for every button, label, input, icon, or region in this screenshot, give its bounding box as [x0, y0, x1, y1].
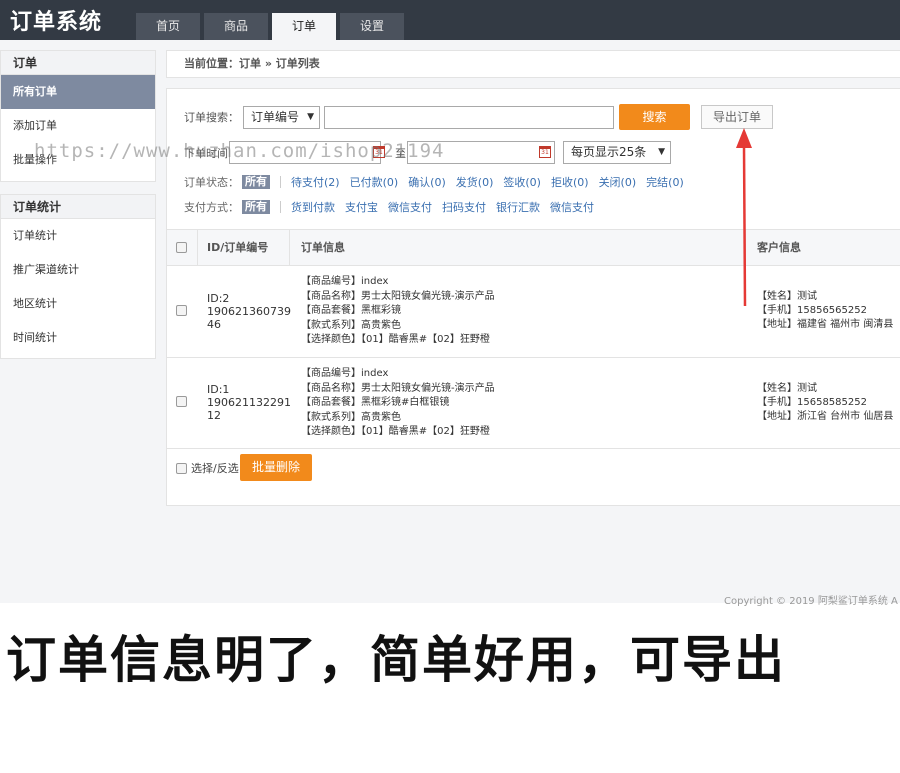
dropdown-caret-icon: ▼	[658, 147, 665, 157]
sidebar-stats: 订单统计 订单统计 推广渠道统计 地区统计 时间统计	[0, 194, 156, 359]
customer-line: 【地址】福建省 福州市 闽清县	[757, 319, 894, 330]
search-button[interactable]: 搜索	[619, 104, 690, 130]
search-field-value: 订单编号	[251, 110, 300, 124]
sidebar-section-title: 订单	[1, 51, 155, 75]
sidebar-item-region-stats[interactable]: 地区统计	[1, 287, 155, 321]
order-number: 190621360739	[207, 305, 291, 318]
order-number: 12	[207, 409, 221, 422]
order-info-line: 【商品名称】男士太阳镜女偏光镜-演示产品	[301, 290, 495, 302]
divider	[280, 201, 281, 213]
table-header: ID/订单编号 订单信息 客户信息	[167, 229, 900, 266]
order-info-line: 【选择颜色】【01】酷睿黑#【02】狂野橙	[301, 334, 490, 345]
sidebar-orders: 订单 所有订单 添加订单 批量操作	[0, 50, 156, 182]
divider	[289, 230, 290, 265]
customer-line: 【姓名】测试	[757, 291, 817, 302]
order-info-line: 【商品编号】index	[301, 276, 389, 287]
top-bar: 订单系统 首页 商品 订单 设置	[0, 0, 900, 40]
payment-option[interactable]: 微信支付	[550, 199, 594, 215]
status-option[interactable]: 拒收(0)	[551, 174, 589, 190]
payment-filter-label: 支付方式：	[184, 201, 239, 214]
payment-option[interactable]: 货到付款	[291, 199, 335, 215]
order-info-line: 【商品名称】男士太阳镜女偏光镜-演示产品	[301, 382, 495, 394]
customer-line: 【地址】浙江省 台州市 仙居县	[757, 411, 894, 422]
order-info-line: 【商品套餐】黑框彩镜#白框银镜	[301, 397, 450, 408]
payment-all-badge[interactable]: 所有	[242, 200, 270, 214]
nav-tab-orders[interactable]: 订单	[272, 13, 336, 40]
status-option[interactable]: 完结(0)	[646, 174, 684, 190]
sidebar-section-title: 订单统计	[1, 195, 155, 219]
table-row[interactable]: ID:2 190621360739 46 【商品编号】index 【商品名称】男…	[167, 266, 900, 358]
copyright: Copyright © 2019 阿梨鲨订单系统 A	[724, 596, 898, 607]
payment-filter: 支付方式： 所有 货到付款 支付宝 微信支付 扫码支付 银行汇款 微信支付	[184, 199, 604, 215]
calendar-icon[interactable]: 31	[539, 146, 551, 158]
order-info-line: 【商品编号】index	[301, 368, 389, 379]
status-filter: 订单状态： 所有 待支付(2) 已付款(0) 确认(0) 发货(0) 签收(0)…	[184, 174, 694, 190]
search-input[interactable]	[324, 106, 614, 129]
search-field-select[interactable]: 订单编号 ▼	[243, 106, 320, 129]
status-option[interactable]: 签收(0)	[503, 174, 541, 190]
order-info: 【商品编号】index 【商品名称】男士太阳镜女偏光镜-演示产品 【商品套餐】黑…	[301, 367, 495, 440]
order-id-label: ID:2	[207, 292, 230, 305]
column-header-id: ID/订单编号	[207, 241, 269, 254]
row-checkbox[interactable]	[176, 396, 187, 407]
nav-tab-products[interactable]: 商品	[204, 13, 268, 40]
sidebar-item-time-stats[interactable]: 时间统计	[1, 321, 155, 355]
customer-line: 【姓名】测试	[757, 383, 817, 394]
status-option[interactable]: 关闭(0)	[599, 174, 637, 190]
nav-tab-settings[interactable]: 设置	[340, 13, 404, 40]
payment-option[interactable]: 微信支付	[388, 199, 432, 215]
status-option[interactable]: 待支付(2)	[291, 174, 340, 190]
order-id-label: ID:1	[207, 383, 230, 396]
app-title: 订单系统	[10, 10, 103, 35]
payment-option[interactable]: 扫码支付	[442, 199, 486, 215]
order-info-line: 【款式系列】高贵紫色	[301, 319, 401, 331]
export-orders-button[interactable]: 导出订单	[701, 105, 773, 129]
order-info-line: 【款式系列】高贵紫色	[301, 411, 401, 423]
promo-caption: 订单信息明了，简单好用，可导出	[6, 631, 786, 689]
order-number: 190621132291	[207, 396, 291, 409]
select-toggle-label[interactable]: 选择/反选	[191, 460, 239, 476]
status-option[interactable]: 已付款(0)	[350, 174, 399, 190]
per-page-select[interactable]: 每页显示25条 ▼	[563, 141, 671, 164]
row-checkbox[interactable]	[176, 305, 187, 316]
search-label: 订单搜索：	[184, 111, 239, 124]
per-page-value: 每页显示25条	[571, 145, 647, 159]
customer-line: 【手机】15856565252	[757, 305, 867, 316]
content-area: 订单 所有订单 添加订单 批量操作 订单统计 订单统计 推广渠道统计 地区统计 …	[0, 40, 900, 607]
order-id: ID:2 190621360739 46	[207, 292, 291, 331]
divider	[745, 230, 746, 265]
sidebar-item-order-stats[interactable]: 订单统计	[1, 219, 155, 253]
payment-option[interactable]: 银行汇款	[496, 199, 540, 215]
bulk-delete-button[interactable]: 批量删除	[240, 454, 312, 481]
select-toggle-checkbox[interactable]	[176, 463, 187, 474]
column-header-order-info: 订单信息	[301, 241, 345, 254]
order-info: 【商品编号】index 【商品名称】男士太阳镜女偏光镜-演示产品 【商品套餐】黑…	[301, 275, 495, 348]
dropdown-caret-icon: ▼	[307, 112, 314, 122]
order-number: 46	[207, 318, 221, 331]
divider	[280, 176, 281, 188]
sidebar-item-add-order[interactable]: 添加订单	[1, 109, 155, 143]
watermark: https://www.huzhan.com/ishop21194	[34, 140, 445, 162]
select-all-checkbox[interactable]	[176, 242, 187, 253]
sidebar-item-all-orders[interactable]: 所有订单	[1, 75, 155, 109]
table-row[interactable]: ID:1 190621132291 12 【商品编号】index 【商品名称】男…	[167, 358, 900, 449]
customer-info: 【姓名】测试 【手机】15856565252 【地址】福建省 福州市 闽清县	[757, 290, 893, 332]
divider	[197, 230, 198, 265]
customer-line: 【手机】15658585252	[757, 397, 867, 408]
payment-option[interactable]: 支付宝	[345, 199, 378, 215]
order-id: ID:1 190621132291 12	[207, 383, 291, 422]
sidebar-item-channel-stats[interactable]: 推广渠道统计	[1, 253, 155, 287]
breadcrumb: 当前位置：订单 » 订单列表	[166, 50, 900, 78]
column-header-customer: 客户信息	[757, 241, 801, 254]
order-info-line: 【选择颜色】【01】酷睿黑#【02】狂野橙	[301, 426, 490, 437]
status-option[interactable]: 确认(0)	[408, 174, 446, 190]
status-all-badge[interactable]: 所有	[242, 175, 270, 189]
nav-tab-home[interactable]: 首页	[136, 13, 200, 40]
status-option[interactable]: 发货(0)	[456, 174, 494, 190]
customer-info: 【姓名】测试 【手机】15658585252 【地址】浙江省 台州市 仙居县	[757, 382, 893, 424]
status-filter-label: 订单状态：	[184, 176, 239, 189]
order-info-line: 【商品套餐】黑框彩镜	[301, 305, 401, 316]
